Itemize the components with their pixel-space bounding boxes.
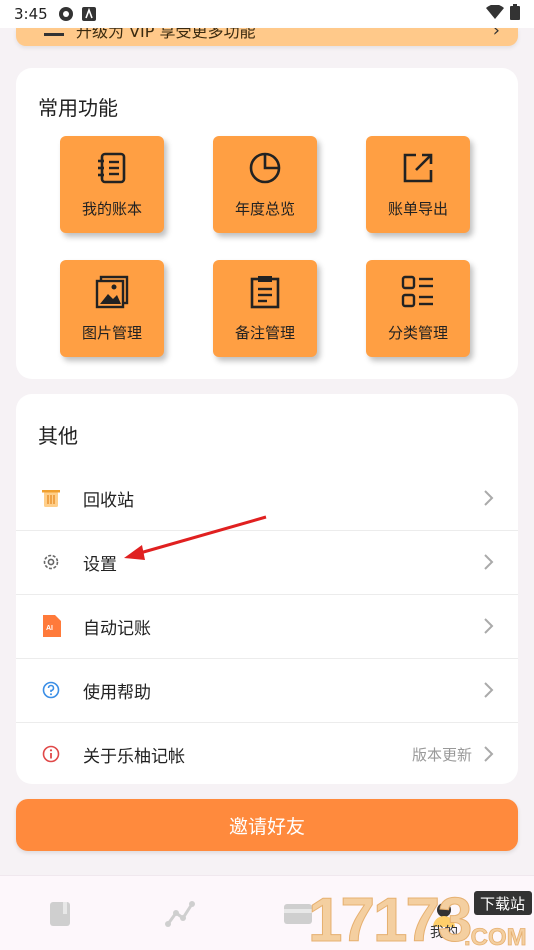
tile-label: 我的账本 (81, 200, 142, 218)
watermark-domain: .COM (464, 924, 527, 950)
other-card: 其他 回收站 设置 AI 自动记账 使用帮助 关于乐柚记帐 版本更新 (16, 394, 518, 784)
watermark-badge: 下载站 (480, 895, 525, 913)
trash-icon (40, 487, 62, 509)
upgrade-vip-banner[interactable]: 升级为 VIP 享受更多功能 › (16, 28, 518, 46)
chevron-right-icon (484, 746, 494, 762)
nav-statistics[interactable] (160, 894, 200, 934)
row-label: 关于乐柚记帐 (83, 746, 185, 767)
watermark-text: 17173 (308, 886, 471, 950)
svg-text:AI: AI (46, 625, 53, 632)
tile-label: 年度总览 (234, 200, 295, 218)
chevron-right-icon (484, 618, 494, 634)
battery-icon (510, 4, 520, 24)
gear-icon (40, 551, 62, 573)
export-icon (403, 153, 433, 183)
upgrade-banner-text: 升级为 VIP 享受更多功能 (76, 28, 256, 41)
tile-label: 账单导出 (387, 200, 448, 218)
row-auto-bookkeeping[interactable]: AI 自动记账 (16, 594, 518, 658)
image-icon (95, 275, 129, 309)
tile-category-management[interactable]: 分类管理 (366, 260, 470, 357)
status-bar: 3:45 (0, 0, 534, 28)
category-icon (401, 275, 433, 308)
ai-icon: AI (40, 615, 62, 637)
row-settings[interactable]: 设置 (16, 530, 518, 594)
tile-note-management[interactable]: 备注管理 (213, 260, 317, 357)
chevron-right-icon (484, 682, 494, 698)
chevron-right-icon: › (492, 28, 500, 41)
tile-label: 分类管理 (387, 324, 448, 342)
chevron-right-icon (484, 554, 494, 570)
app-notification-icon (81, 7, 96, 21)
row-label: 使用帮助 (83, 682, 151, 703)
chevron-right-icon (484, 490, 494, 506)
pie-chart-icon (249, 152, 281, 184)
help-icon (40, 679, 62, 701)
common-functions-card: 常用功能 我的账本 年度总览 账单导出 图片管理 备注管理 分类管理 (16, 68, 518, 379)
status-time: 3:45 (14, 5, 48, 23)
row-recycle-bin[interactable]: 回收站 (16, 466, 518, 530)
watermark-logo: 17173 下载站 .COM (308, 885, 534, 950)
trend-icon (165, 901, 195, 927)
row-label: 回收站 (83, 490, 134, 511)
row-about[interactable]: 关于乐柚记帐 版本更新 (16, 722, 518, 786)
settings-notification-icon (58, 6, 74, 22)
tile-image-management[interactable]: 图片管理 (60, 260, 164, 357)
version-update-label[interactable]: 版本更新 (412, 744, 472, 765)
other-title: 其他 (38, 424, 78, 448)
row-label: 设置 (83, 554, 117, 575)
invite-friends-button[interactable]: 邀请好友 (16, 799, 518, 851)
wifi-icon (486, 4, 504, 23)
tile-bill-export[interactable]: 账单导出 (366, 136, 470, 233)
row-help[interactable]: 使用帮助 (16, 658, 518, 722)
nav-ledger[interactable] (40, 894, 80, 934)
note-icon (250, 276, 280, 309)
info-icon (40, 743, 62, 765)
ledger-icon (98, 152, 126, 184)
tile-label: 图片管理 (81, 324, 142, 342)
tile-label: 备注管理 (234, 324, 295, 342)
menu-icon (44, 28, 64, 36)
tile-my-ledger[interactable]: 我的账本 (60, 136, 164, 233)
row-label: 自动记账 (83, 618, 151, 639)
tile-annual-overview[interactable]: 年度总览 (213, 136, 317, 233)
book-icon (50, 902, 70, 926)
